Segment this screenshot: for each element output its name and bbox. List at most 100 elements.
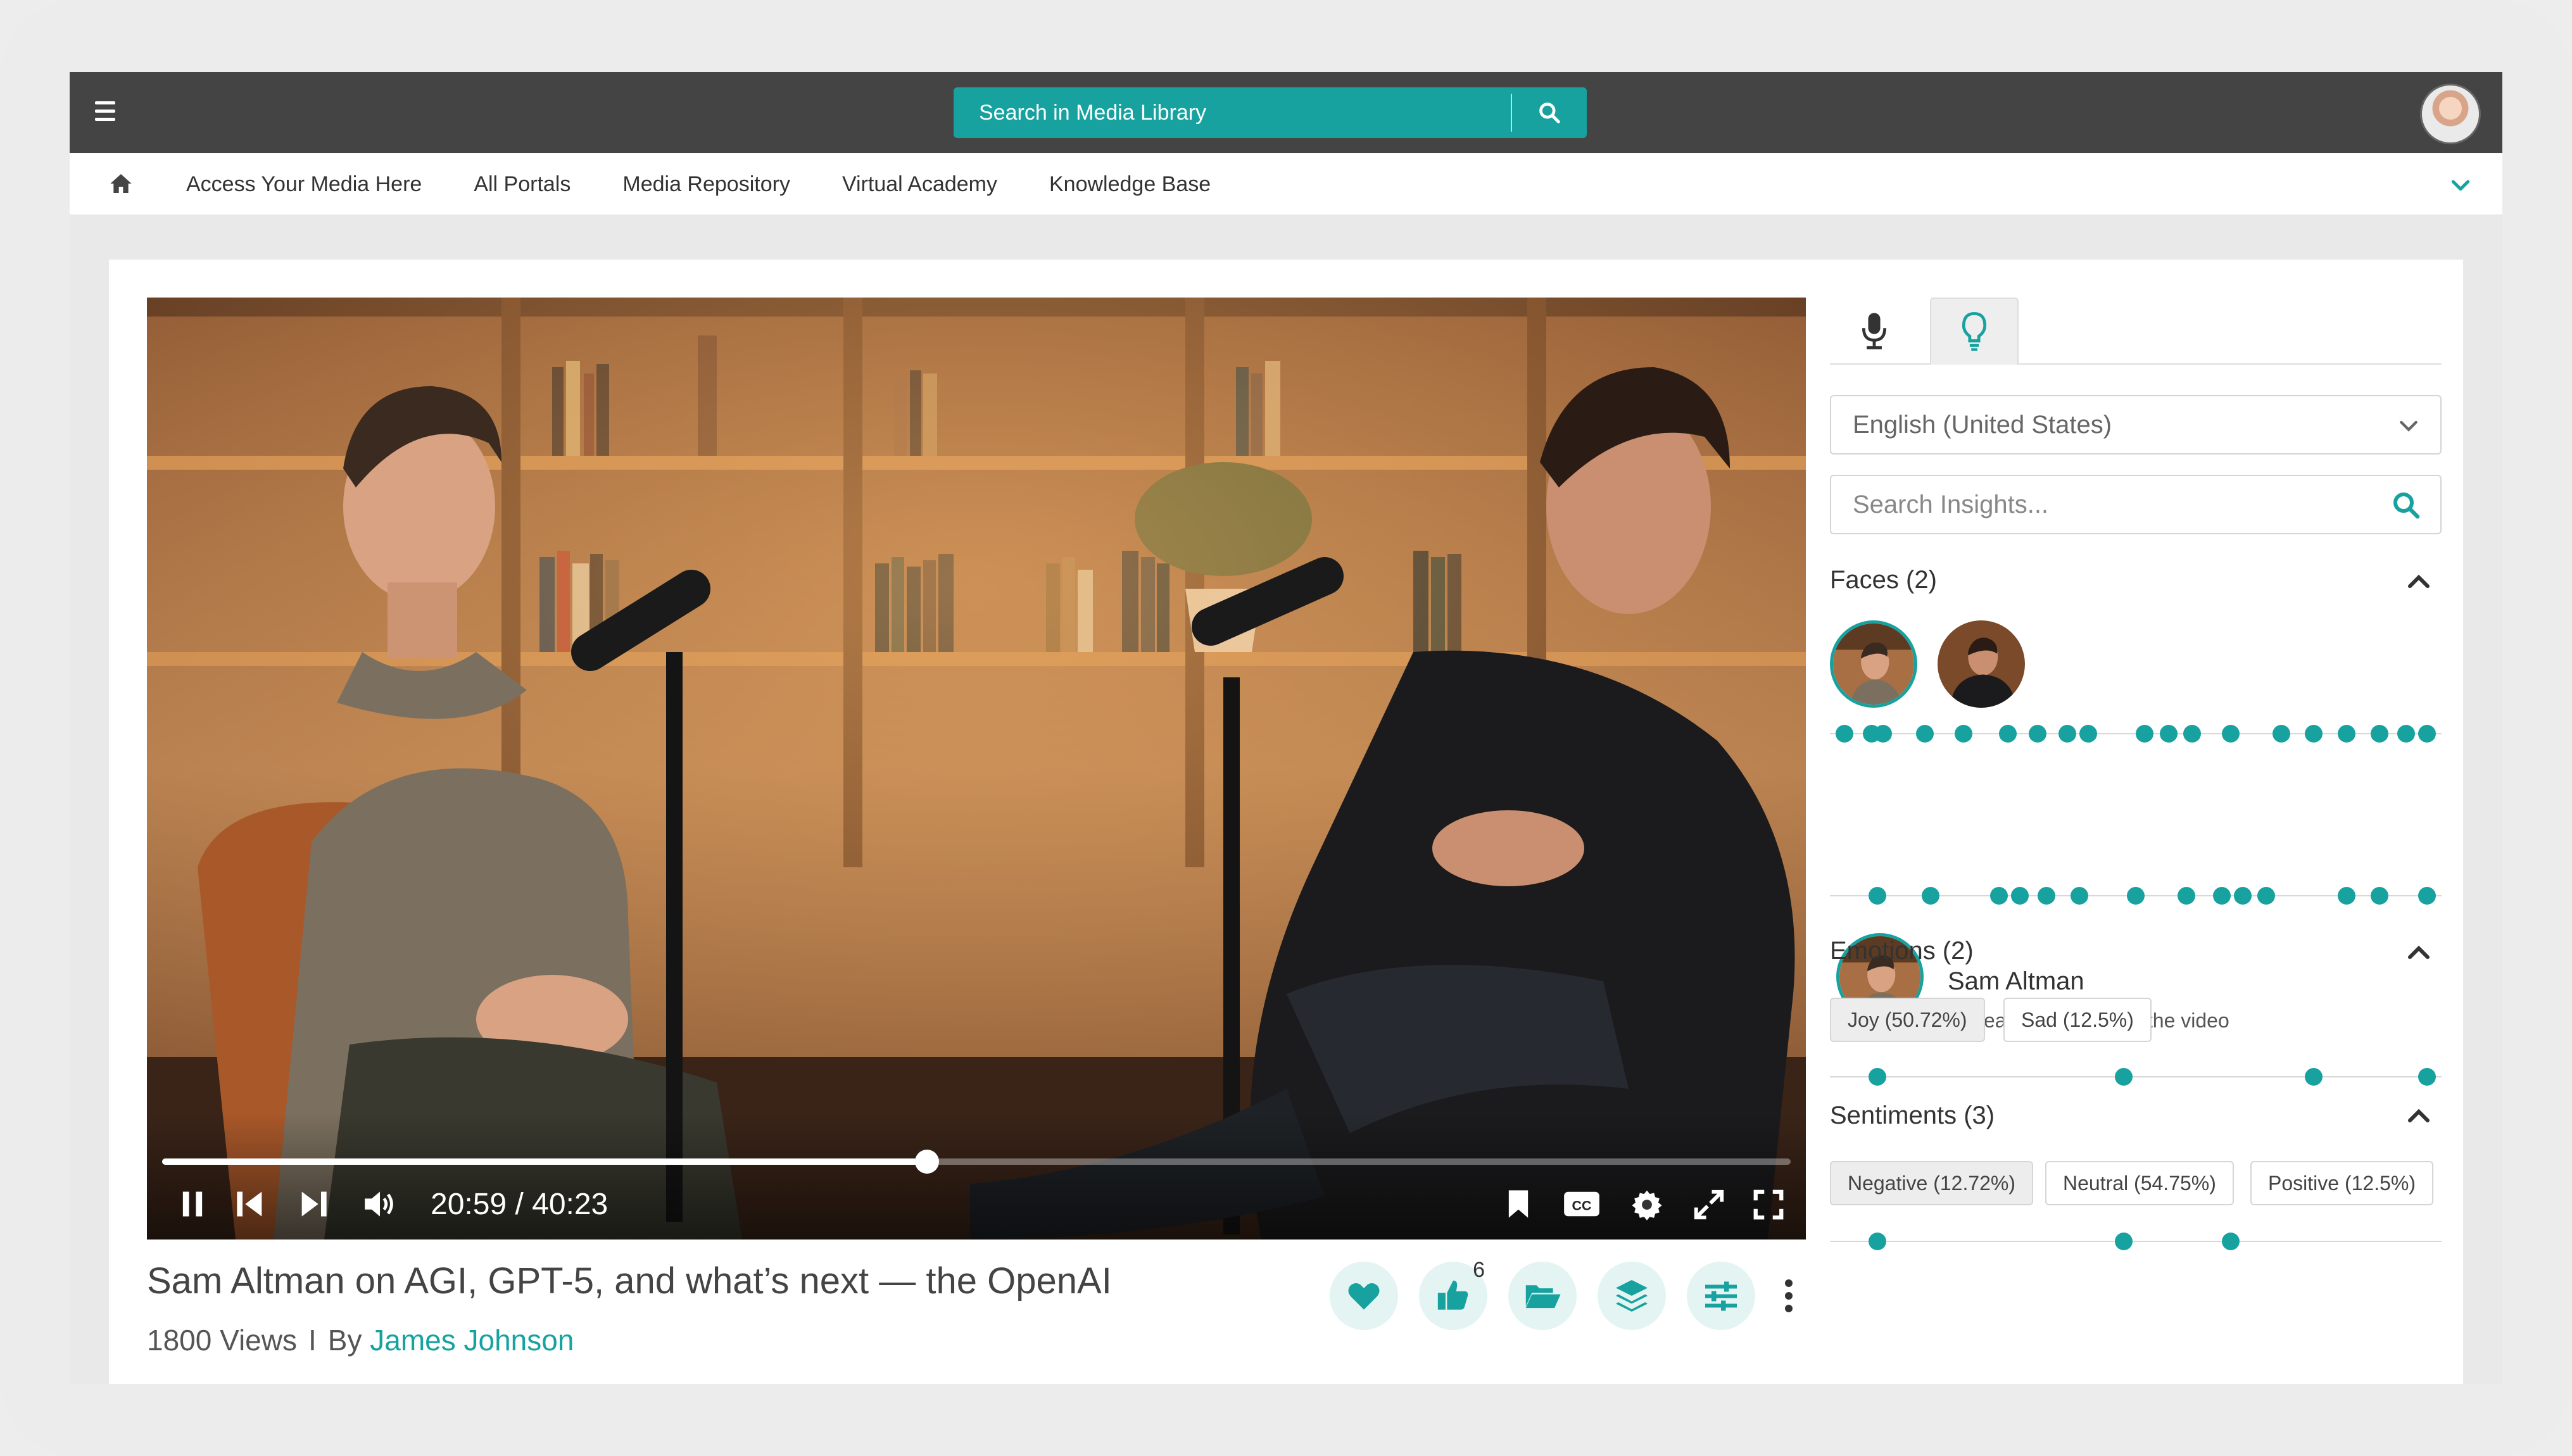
person-appearance-marker[interactable] — [1922, 887, 1940, 905]
emotion-chip-joy[interactable]: Joy (50.72%) — [1830, 998, 1985, 1042]
skip-forward-icon[interactable] — [294, 1188, 332, 1221]
favorite-button[interactable] — [1330, 1262, 1398, 1330]
add-to-playlist-button[interactable] — [1598, 1262, 1666, 1330]
face-appearance-marker[interactable] — [2272, 725, 2290, 743]
sentiments-timeline[interactable] — [1830, 1233, 2442, 1250]
pause-icon[interactable] — [176, 1188, 209, 1221]
person-appearance-marker[interactable] — [2337, 887, 2355, 905]
like-button[interactable]: 6 — [1419, 1258, 1487, 1330]
video-actions: 6 — [1330, 1258, 1801, 1331]
chevron-up-icon[interactable] — [2404, 566, 2434, 596]
fullscreen-icon[interactable] — [1751, 1188, 1786, 1222]
face-appearance-marker[interactable] — [2418, 725, 2436, 743]
insights-panel: English (United States) Faces (2) Sam Al… — [1830, 298, 2442, 1374]
author-link[interactable]: James Johnson — [370, 1324, 574, 1357]
sentiment-marker[interactable] — [1868, 1233, 1886, 1250]
faces-timeline[interactable] — [1830, 725, 2442, 743]
chevron-up-icon[interactable] — [2404, 1100, 2434, 1131]
face-appearance-marker[interactable] — [2397, 725, 2415, 743]
emotion-marker[interactable] — [2418, 1068, 2436, 1086]
person-appearance-marker[interactable] — [2127, 887, 2145, 905]
hamburger-menu-icon[interactable] — [95, 101, 115, 124]
emotion-marker[interactable] — [2115, 1068, 2133, 1086]
panel-tabs — [1830, 298, 2442, 365]
search-icon[interactable] — [2391, 490, 2421, 520]
chevron-up-icon[interactable] — [2404, 937, 2434, 967]
person-appearance-marker[interactable] — [1868, 887, 1886, 905]
person-appearance-marker[interactable] — [2038, 887, 2056, 905]
chevron-down-icon[interactable] — [2448, 172, 2473, 198]
video-player[interactable]: 20:59 / 40:23 CC — [147, 298, 1806, 1239]
emotions-title: Emotions (2) — [1830, 937, 1974, 965]
sentiment-marker[interactable] — [2222, 1233, 2240, 1250]
video-progress-thumb[interactable] — [914, 1150, 939, 1174]
face-appearance-marker[interactable] — [2222, 725, 2240, 743]
insights-search-input[interactable] — [1831, 490, 2376, 519]
nav-item-knowledge-base[interactable]: Knowledge Base — [1049, 172, 1211, 197]
face-appearance-marker[interactable] — [1836, 725, 1854, 743]
settings-gear-icon[interactable] — [1630, 1188, 1664, 1222]
person-appearance-marker[interactable] — [1990, 887, 2008, 905]
nav-item-media-repository[interactable]: Media Repository — [622, 172, 790, 197]
nav-item-virtual-academy[interactable]: Virtual Academy — [842, 172, 997, 197]
face-thumbnail-sam-altman[interactable] — [1830, 620, 1917, 708]
nav-bar: Access Your Media Here All Portals Media… — [70, 153, 2502, 215]
face-appearance-marker[interactable] — [2029, 725, 2047, 743]
person-appearance-marker[interactable] — [2177, 887, 2195, 905]
face-appearance-marker[interactable] — [2305, 725, 2323, 743]
media-library-search-input[interactable] — [954, 87, 1511, 138]
time-display: 20:59 / 40:23 — [431, 1188, 608, 1221]
bookmark-icon[interactable] — [1504, 1188, 1532, 1221]
lightbulb-icon — [1962, 312, 1987, 351]
face-thumbnail-interviewer[interactable] — [1938, 620, 2025, 708]
person-appearance-marker[interactable] — [2257, 887, 2276, 905]
home-icon[interactable] — [108, 171, 134, 196]
person-appearance-marker[interactable] — [2370, 887, 2388, 905]
sentiment-marker[interactable] — [2115, 1233, 2133, 1250]
person-appearance-marker[interactable] — [2011, 887, 2029, 905]
emotion-marker[interactable] — [2305, 1068, 2323, 1086]
view-count: 1800 Views — [147, 1324, 297, 1357]
more-options-icon[interactable] — [1776, 1262, 1801, 1330]
face-appearance-marker[interactable] — [1954, 725, 1972, 743]
tab-insights[interactable] — [1930, 298, 2019, 365]
search-button[interactable] — [1512, 87, 1587, 138]
sentiment-chip-neutral[interactable]: Neutral (54.75%) — [2045, 1161, 2234, 1205]
person-appearance-marker[interactable] — [2418, 887, 2436, 905]
sentiment-chip-positive[interactable]: Positive (12.5%) — [2250, 1161, 2433, 1205]
face-appearance-marker[interactable] — [2183, 725, 2202, 743]
face-appearance-marker[interactable] — [1916, 725, 1934, 743]
face-appearance-marker[interactable] — [2159, 725, 2178, 743]
face-appearance-marker[interactable] — [2337, 725, 2355, 743]
chevron-down-icon — [2400, 420, 2418, 432]
sentiment-chip-negative[interactable]: Negative (12.72%) — [1830, 1161, 2034, 1205]
face-appearance-marker[interactable] — [2370, 725, 2388, 743]
tab-transcript[interactable] — [1830, 298, 1919, 365]
volume-icon[interactable] — [360, 1188, 400, 1221]
face-appearance-marker[interactable] — [1874, 725, 1893, 743]
media-app: Access Your Media Here All Portals Media… — [70, 72, 2502, 1384]
face-appearance-marker[interactable] — [1999, 725, 2017, 743]
layers-icon — [1616, 1280, 1648, 1312]
closed-captions-icon[interactable]: CC — [1563, 1188, 1601, 1221]
add-to-folder-button[interactable] — [1508, 1262, 1577, 1330]
person-appearance-marker[interactable] — [2070, 887, 2088, 905]
nav-item-all-portals[interactable]: All Portals — [474, 172, 571, 197]
skip-back-icon[interactable] — [232, 1188, 270, 1221]
expand-icon[interactable] — [1692, 1188, 1726, 1222]
emotions-timeline[interactable] — [1830, 1068, 2442, 1086]
face-appearance-marker[interactable] — [2136, 725, 2154, 743]
video-progress-bar[interactable] — [162, 1150, 1791, 1174]
person-timeline[interactable] — [1830, 887, 2442, 905]
nav-item-access-media[interactable]: Access Your Media Here — [186, 172, 422, 197]
person-appearance-marker[interactable] — [2233, 887, 2252, 905]
person-appearance-marker[interactable] — [2213, 887, 2231, 905]
user-avatar[interactable] — [2420, 84, 2481, 144]
search-icon — [1539, 103, 1560, 123]
emotion-chip-sad[interactable]: Sad (12.5%) — [2003, 998, 2152, 1042]
emotion-marker[interactable] — [1868, 1068, 1886, 1086]
language-select[interactable]: English (United States) — [1830, 395, 2442, 455]
face-appearance-marker[interactable] — [2079, 725, 2097, 743]
face-appearance-marker[interactable] — [2058, 725, 2077, 743]
adjust-button[interactable] — [1687, 1262, 1755, 1330]
